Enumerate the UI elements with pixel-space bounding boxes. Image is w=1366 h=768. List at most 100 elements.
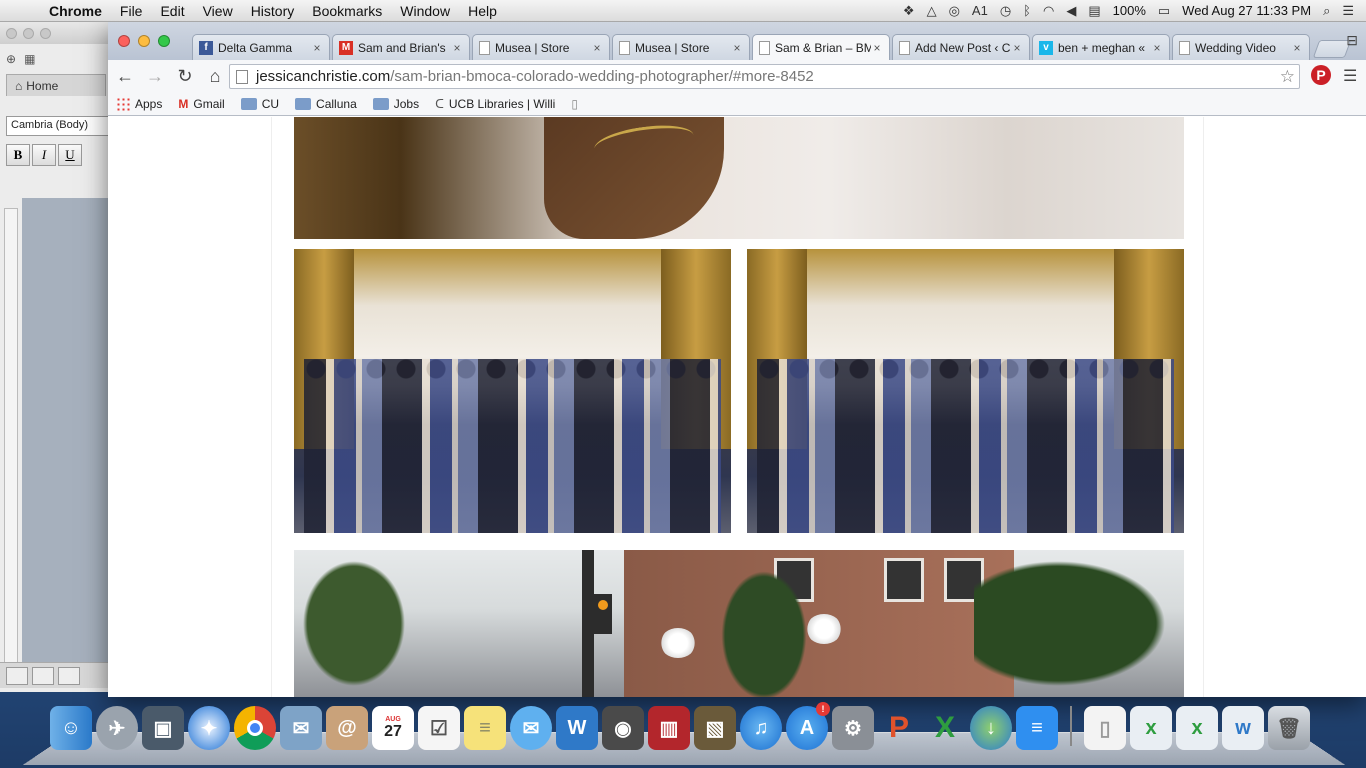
menu-edit[interactable]: Edit [151,3,193,19]
address-bar[interactable]: jessicanchristie.com /sam-brian-bmoca-co… [229,64,1300,89]
safari-icon[interactable]: ✦ [188,706,230,750]
bookmark-untitled[interactable]: ▯ [571,97,583,111]
internet-download-icon[interactable]: ↓ [970,706,1012,750]
bold-button[interactable]: B [6,144,30,166]
word-close-icon[interactable] [6,27,17,39]
web-page-viewport[interactable] [108,117,1366,697]
pinterest-extension-icon[interactable]: P [1311,65,1331,85]
list-app-icon[interactable]: ≡ [1016,706,1058,750]
chrome-menu-icon[interactable]: ☰ [1343,66,1357,86]
zoom-window-icon[interactable] [158,35,170,47]
iphoto-icon[interactable]: ▧ [694,706,736,750]
italic-button[interactable]: I [32,144,56,166]
calendar-icon[interactable]: AUG 27 [372,706,414,750]
templates-icon[interactable]: ▦ [24,52,35,66]
close-tab-icon[interactable]: × [1291,41,1303,55]
close-tab-icon[interactable]: × [1011,41,1023,55]
word-file-icon[interactable]: w [1222,706,1264,750]
close-tab-icon[interactable]: × [591,41,603,55]
reminders-icon[interactable]: ☑ [418,706,460,750]
document-area[interactable] [22,198,120,678]
minimize-window-icon[interactable] [138,35,150,47]
bookmark-folder-jobs[interactable]: Jobs [372,97,419,111]
reload-icon[interactable]: ↻ [172,66,198,87]
system-preferences-icon[interactable]: ⚙ [832,706,874,750]
word-zoom-icon[interactable] [40,27,51,39]
font-name-select[interactable]: Cambria (Body) [6,116,110,136]
home-icon[interactable]: ⌂ [202,66,228,87]
drive-icon[interactable]: △ [921,3,943,19]
menu-help[interactable]: Help [459,3,506,19]
document-stack-icon[interactable]: ▯ [1084,706,1126,750]
bookmark-folder-cu[interactable]: CU [240,97,279,111]
profile-icon[interactable]: ⊟ [1346,32,1358,49]
chrome-icon[interactable] [234,706,276,750]
browser-tab[interactable]: f Delta Gamma × [192,34,330,60]
menu-bookmarks[interactable]: Bookmarks [303,3,391,19]
browser-tab[interactable]: Sam & Brian – BM × [752,34,890,61]
adobe-notification-icon[interactable]: A1 [966,3,994,18]
close-tab-icon[interactable]: × [451,41,463,55]
app-store-icon[interactable]: A! [786,702,830,750]
app-menu[interactable]: Chrome [40,3,111,19]
close-tab-icon[interactable]: × [311,41,323,55]
word-icon[interactable]: W [556,706,598,750]
stickies-icon[interactable]: ≡ [464,706,506,750]
flag-icon[interactable]: ▤ [1082,3,1106,19]
contacts-icon[interactable]: @ [326,706,368,750]
close-window-icon[interactable] [118,35,130,47]
bookmark-apps[interactable]: Apps [116,96,162,111]
browser-tab[interactable]: v ben + meghan « × [1032,34,1170,60]
bookmark-folder-calluna[interactable]: Calluna [295,97,357,111]
close-tab-icon[interactable]: × [731,41,743,55]
excel-file-2-icon[interactable]: x [1176,706,1218,750]
menu-view[interactable]: View [194,3,242,19]
browser-tab[interactable]: Add New Post ‹ C × [892,34,1030,60]
bookmark-star-icon[interactable]: ☆ [1280,67,1295,87]
outline-view-icon[interactable] [32,667,54,685]
bookmark-ucb-libraries[interactable]: ᑕ UCB Libraries | Willi [435,97,555,111]
dropbox-icon[interactable]: ❖ [897,3,921,19]
photo-bridesmaids-toast-1[interactable] [294,249,731,533]
photo-bridesmaids-toast-2[interactable] [747,249,1184,533]
browser-tab[interactable]: M Sam and Brian's × [332,34,470,60]
spotlight-icon[interactable]: ⌕ [1317,3,1336,19]
photo-booth-icon[interactable]: ▣ [142,706,184,750]
volume-icon[interactable]: ◀ [1060,3,1082,19]
bluetooth-icon[interactable]: ᛒ [1017,3,1037,18]
notification-center-icon[interactable]: ☰ [1336,3,1360,19]
page-info-icon[interactable] [236,69,248,84]
underline-button[interactable]: U [58,144,82,166]
excel-icon[interactable]: X [924,706,966,750]
clock[interactable]: Wed Aug 27 11:33 PM [1176,3,1317,18]
menu-history[interactable]: History [242,3,304,19]
launchpad-icon[interactable]: ✈ [96,706,138,750]
publishing-view-icon[interactable] [58,667,80,685]
photo-bride-bracelet[interactable] [294,117,1184,239]
mail-icon[interactable]: ✉ [280,706,322,750]
close-tab-icon[interactable]: × [1151,41,1163,55]
photo-street-bouquets[interactable] [294,550,1184,697]
trash-icon[interactable]: 🗑 [1268,706,1310,750]
new-doc-icon[interactable]: ⊕ [6,52,16,66]
itunes-icon[interactable]: ♫ [740,706,782,750]
photo-booth-film-icon[interactable]: ▥ [648,706,690,750]
browser-tab[interactable]: Musea | Store × [612,34,750,60]
excel-file-icon[interactable]: x [1130,706,1172,750]
browser-tab[interactable]: Wedding Video × [1172,34,1310,60]
facetime-icon[interactable]: ◉ [602,706,644,750]
battery-percent[interactable]: 100% [1107,3,1152,18]
time-machine-icon[interactable]: ◷ [994,3,1017,19]
bookmark-gmail[interactable]: M Gmail [178,97,224,111]
close-tab-icon[interactable]: × [871,41,883,55]
wifi-icon[interactable]: ◠ [1037,3,1060,19]
creative-cloud-icon[interactable]: ◎ [943,3,966,19]
menu-file[interactable]: File [111,3,152,19]
draft-view-icon[interactable] [6,667,28,685]
back-icon[interactable]: ← [112,66,138,87]
menu-window[interactable]: Window [391,3,459,19]
messages-icon[interactable]: ✉ [510,706,552,750]
powerpoint-icon[interactable]: P [878,706,920,750]
word-tab-home[interactable]: ⌂ Home [6,74,106,96]
finder-icon[interactable]: ☺ [50,706,92,750]
